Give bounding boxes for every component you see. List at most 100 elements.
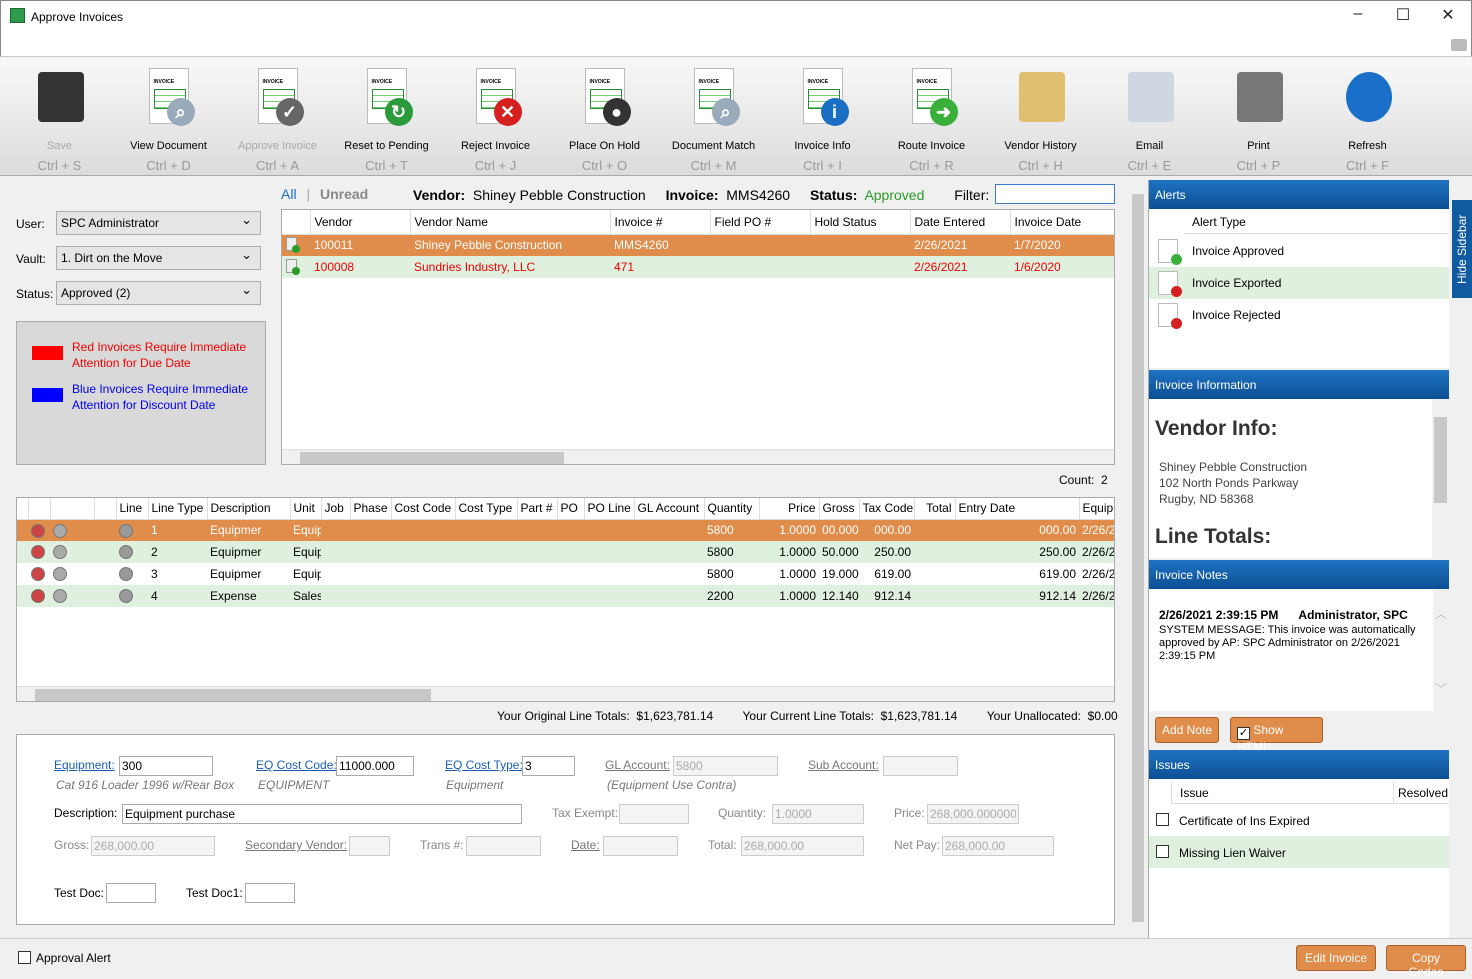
scroll-thumb[interactable] (300, 452, 564, 464)
column-header[interactable]: Quantity (704, 498, 760, 520)
email-button[interactable]: Email Ctrl + E (1095, 64, 1204, 174)
column-header[interactable]: Total (914, 498, 956, 520)
hold-button[interactable]: ● Place On Hold Ctrl + O (550, 64, 659, 174)
equipment-icon[interactable] (116, 541, 148, 563)
alert-item[interactable]: Invoice Approved (1149, 235, 1449, 267)
column-header[interactable]: Date Entered (910, 210, 1011, 235)
column-header[interactable]: Vendor (310, 210, 411, 235)
column-header[interactable]: Equipm (1079, 498, 1114, 520)
show-html-checkbox[interactable]: ✓ (1237, 727, 1250, 740)
maximize-button[interactable]: ☐ (1388, 5, 1418, 27)
equipment-icon[interactable] (116, 585, 148, 607)
add-note-button[interactable]: Add Note (1155, 717, 1220, 743)
eq-cost-code-link[interactable]: EQ Cost Code: (256, 758, 337, 772)
notes-scroll-up-icon[interactable]: ︿ (1435, 605, 1447, 622)
column-header[interactable]: Cost Code (391, 498, 456, 520)
line-row[interactable]: 4ExpenseSales Tax22001.000012.140000912.… (17, 585, 1114, 607)
column-header[interactable]: Phase (350, 498, 392, 520)
invoice-row[interactable]: 100011 Shiney Pebble Construction MMS4260 2… (282, 234, 1114, 256)
column-header[interactable]: Line (116, 498, 149, 520)
column-header[interactable]: Field PO # (710, 210, 811, 235)
eq-cost-type-input[interactable] (522, 756, 575, 776)
vendor-history-button[interactable]: Vendor History Ctrl + H (986, 64, 1095, 174)
invoice-info-button[interactable]: i Invoice Info Ctrl + I (768, 64, 877, 174)
invoice-grid-h-scrollbar[interactable] (282, 449, 1114, 464)
description-input[interactable] (122, 804, 522, 824)
column-header[interactable]: Unit (290, 498, 322, 520)
scroll-thumb[interactable] (1434, 417, 1447, 503)
column-header[interactable]: Cost Type (455, 498, 518, 520)
vault-select[interactable]: 1. Dirt on the Move (56, 246, 261, 270)
line-status-icon[interactable] (28, 541, 50, 563)
column-header[interactable]: Job (321, 498, 351, 520)
cost-icon[interactable] (50, 585, 94, 607)
alert-item[interactable]: Invoice Rejected (1149, 299, 1449, 331)
column-header[interactable]: Invoice Date (1010, 210, 1114, 235)
print-button[interactable]: Print Ctrl + P (1204, 64, 1313, 174)
column-header[interactable] (94, 498, 117, 520)
line-row[interactable]: 3 Equipmer Equipment pu 5800 1.0000 19.000000… (17, 563, 1114, 585)
edit-invoice-button[interactable]: Edit Invoice (1296, 945, 1376, 971)
user-select[interactable]: SPC Administrator (56, 211, 261, 235)
equipment-icon[interactable] (116, 563, 148, 585)
line-row[interactable]: 1EquipmerEquipment pu 58001.000000.000000… (17, 519, 1114, 541)
equipment-input[interactable] (119, 756, 213, 776)
line-status-icon[interactable] (28, 519, 50, 541)
main-v-scrollbar[interactable] (1130, 180, 1146, 938)
column-header[interactable]: Description (207, 498, 291, 520)
cost-icon[interactable] (50, 541, 94, 563)
approve-invoice-button[interactable]: ✓ Approve Invoice Ctrl + A (223, 64, 332, 174)
column-header[interactable]: GL Account (634, 498, 705, 520)
view-document-button[interactable]: ⌕ View Document Ctrl + D (114, 64, 223, 174)
eq-cost-code-input[interactable] (336, 756, 414, 776)
test-doc1-input[interactable] (245, 883, 295, 903)
equipment-link[interactable]: Equipment: (54, 758, 115, 772)
invoice-row[interactable]: 100008 Sundries Industry, LLC 471 2/26/2021… (282, 256, 1114, 278)
filter-input[interactable] (995, 184, 1115, 204)
column-header[interactable]: Hold Status (810, 210, 911, 235)
close-button[interactable]: ✕ (1433, 5, 1463, 27)
scroll-thumb[interactable] (1132, 194, 1144, 922)
line-status-icon[interactable] (28, 563, 50, 585)
equipment-icon[interactable] (116, 519, 148, 541)
test-doc-input[interactable] (106, 883, 156, 903)
column-header[interactable] (17, 498, 29, 520)
copy-codes-button[interactable]: Copy Codes (1386, 945, 1466, 979)
save-button[interactable]: Save Ctrl + S (5, 64, 114, 174)
notes-scroll-down-icon[interactable]: ﹀ (1435, 680, 1447, 697)
column-header[interactable]: Gross (819, 498, 860, 520)
document-match-button[interactable]: ⌕ Document Match Ctrl + M (659, 64, 768, 174)
column-header[interactable] (28, 498, 51, 520)
hide-sidebar-tab[interactable]: Hide Sidebar (1452, 200, 1472, 298)
eq-cost-type-link[interactable]: EQ Cost Type: (445, 758, 523, 772)
column-header[interactable]: Price (759, 498, 820, 520)
column-header[interactable]: Tax Code (859, 498, 915, 520)
filter-all-tab[interactable]: All (281, 186, 297, 202)
status-select[interactable]: Approved (2) (56, 281, 261, 305)
cost-icon[interactable] (50, 563, 94, 585)
refresh-button[interactable]: Refresh Ctrl + F (1313, 64, 1422, 174)
column-header[interactable]: Part # (517, 498, 558, 520)
column-header[interactable]: PO Line (584, 498, 635, 520)
filter-unread-tab[interactable]: Unread (320, 186, 368, 202)
column-header[interactable] (282, 210, 311, 235)
column-header[interactable] (50, 498, 95, 520)
alert-item[interactable]: Invoice Exported (1149, 267, 1449, 299)
column-header[interactable]: Vendor Name (410, 210, 611, 235)
cost-icon[interactable] (50, 519, 94, 541)
show-html-toggle[interactable]: ✓ Show HTML (1230, 717, 1323, 754)
column-header[interactable]: Line Type (148, 498, 208, 520)
column-header[interactable]: PO (557, 498, 585, 520)
minimize-button[interactable]: – (1343, 5, 1373, 27)
print-settings-icon[interactable] (1451, 39, 1467, 51)
issue-checkbox[interactable] (1156, 845, 1169, 858)
issue-checkbox[interactable] (1156, 813, 1169, 826)
line-status-icon[interactable] (28, 585, 50, 607)
scroll-thumb[interactable] (35, 689, 431, 701)
column-header[interactable]: Entry Date (955, 498, 1080, 520)
route-invoice-button[interactable]: ➜ Route Invoice Ctrl + R (877, 64, 986, 174)
approval-alert-checkbox[interactable] (18, 951, 31, 964)
reject-invoice-button[interactable]: ✕ Reject Invoice Ctrl + J (441, 64, 550, 174)
line-row[interactable]: 2EquipmerEquipment pu 58001.000050.000000… (17, 541, 1114, 563)
column-header[interactable]: Invoice # (610, 210, 711, 235)
